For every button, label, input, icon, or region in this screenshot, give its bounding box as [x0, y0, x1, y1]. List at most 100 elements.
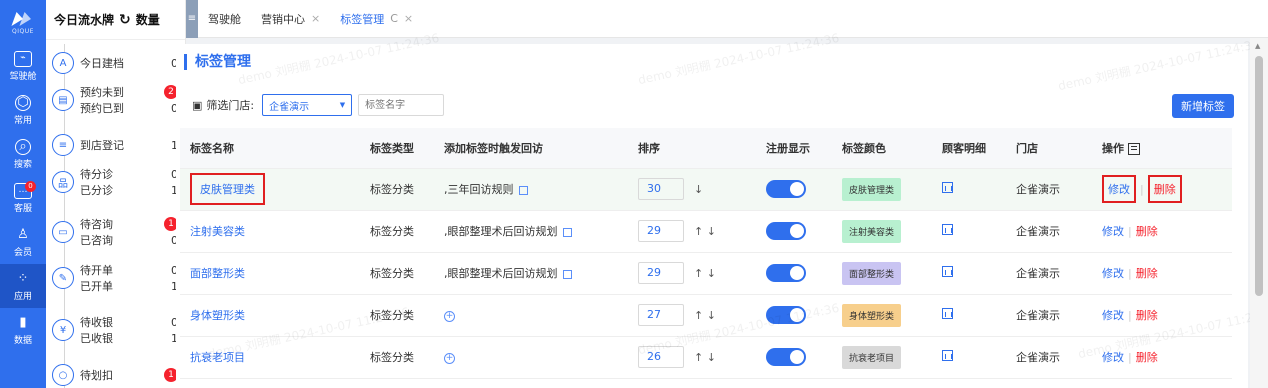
flow-row[interactable]: ≡ 到店登记 1 — [52, 134, 182, 156]
tag-name-link[interactable]: 面部整形类 — [190, 267, 245, 280]
shield-icon: ⬡ — [15, 94, 31, 111]
count-label[interactable]: 数量 — [136, 11, 160, 28]
flow-line[interactable]: 待咨询 1 — [80, 216, 182, 232]
store-name: 企雀演示 — [1016, 309, 1060, 322]
flow-line[interactable]: 待开单 0 — [80, 262, 182, 278]
customer-detail-icon[interactable] — [942, 350, 953, 361]
store-cell: 企雀演示 — [1006, 252, 1092, 295]
delete-button[interactable]: 删除 — [1136, 351, 1158, 364]
customer-detail-icon[interactable] — [942, 182, 953, 193]
edit-icon[interactable] — [518, 185, 528, 195]
nav-item-6[interactable]: ▮ 数据 — [0, 308, 46, 352]
filter-label: 筛选门店: — [206, 99, 255, 112]
flow-line[interactable]: 已分诊 1 — [80, 182, 182, 198]
tag-name-link[interactable]: 抗衰老项目 — [190, 351, 245, 364]
flow-line[interactable]: 待分诊 0 — [80, 166, 182, 182]
tab-1[interactable]: 营销中心 × — [251, 0, 330, 38]
tab-0[interactable]: 驾驶舱 — [198, 0, 251, 38]
register-display-toggle[interactable] — [766, 306, 806, 324]
flow-row[interactable]: 品待分诊 0 已分诊 1 — [52, 166, 182, 198]
flow-line[interactable]: 预约已到 0 — [80, 100, 182, 116]
refresh-icon[interactable]: C — [390, 12, 398, 25]
vertical-scrollbar[interactable]: ▲ — [1250, 38, 1268, 388]
edit-icon[interactable] — [562, 269, 572, 279]
sort-arrows-icon[interactable]: ↑ ↓ — [694, 309, 716, 322]
store-select[interactable]: 企雀演示 ▼ — [262, 94, 353, 116]
nav-item-3[interactable]: … 客服 0 — [0, 176, 46, 220]
flow-line[interactable]: 已收银 1 — [80, 330, 182, 346]
customer-detail-icon[interactable] — [942, 224, 953, 235]
edit-button[interactable]: 修改 — [1102, 267, 1124, 280]
register-display-toggle[interactable] — [766, 222, 806, 240]
edit-button[interactable]: 修改 — [1102, 175, 1136, 203]
nav-item-label: 数据 — [13, 335, 32, 346]
flow-row[interactable]: ○ 待划扣 1 — [52, 364, 182, 386]
flow-line[interactable]: 今日建档 0 — [80, 55, 182, 71]
flow-row[interactable]: A 今日建档 0 — [52, 52, 182, 74]
cashier-icon: ¥ — [52, 319, 74, 341]
tag-name-input[interactable] — [358, 94, 445, 116]
tag-type-cell: 标签分类 — [360, 294, 434, 337]
edit-button[interactable]: 修改 — [1102, 225, 1124, 238]
edit-button[interactable]: 修改 — [1102, 351, 1124, 364]
nav-item-label: 会员 — [13, 247, 32, 258]
sort-input[interactable]: 27 — [638, 304, 684, 326]
tab-2[interactable]: 标签管理 C × — [330, 0, 423, 38]
flow-line[interactable]: 预约未到 2 — [80, 84, 182, 100]
edit-icon[interactable] — [562, 227, 572, 237]
close-icon[interactable]: × — [311, 12, 320, 25]
sort-input[interactable]: 30 — [638, 178, 684, 200]
register-display-toggle[interactable] — [766, 180, 806, 198]
flow-row[interactable]: ▭ 待咨询 1 已咨询 0 — [52, 216, 182, 248]
sort-input[interactable]: 29 — [638, 262, 684, 284]
customer-detail-cell — [932, 168, 1006, 211]
flow-line[interactable]: 已开单 1 — [80, 278, 182, 294]
tag-name-link[interactable]: 注射美容类 — [190, 225, 245, 238]
add-circle-icon[interactable]: + — [444, 311, 455, 322]
close-icon[interactable]: × — [404, 12, 413, 25]
sort-arrows-icon[interactable]: ↑ ↓ — [694, 267, 716, 280]
nav-item-1[interactable]: ⬡ 常用 — [0, 88, 46, 132]
flow-row[interactable]: ▤ 预约未到 2 预约已到 0 — [52, 84, 182, 116]
flow-row-lines: 待咨询 1 已咨询 0 — [80, 216, 182, 248]
scroll-up-icon[interactable]: ▲ — [1255, 42, 1260, 50]
sort-arrows-icon[interactable]: ↑ ↓ — [694, 351, 716, 364]
sort-arrows-icon[interactable]: ↓ — [694, 183, 703, 196]
flow-line[interactable]: 已咨询 0 — [80, 232, 182, 248]
column-settings-icon[interactable] — [1128, 142, 1140, 155]
nav-item-4[interactable]: ♙ 会员 — [0, 220, 46, 264]
add-tag-button[interactable]: 新增标签 — [1172, 94, 1234, 118]
add-circle-icon[interactable]: + — [444, 353, 455, 364]
tag-name-link[interactable]: 身体塑形类 — [190, 309, 245, 322]
delete-button[interactable]: 删除 — [1136, 309, 1158, 322]
page-title: 标签管理 — [184, 54, 251, 70]
delete-button[interactable]: 删除 — [1147, 175, 1182, 203]
customer-detail-icon[interactable] — [942, 266, 953, 277]
flow-row[interactable]: ✎ 待开单 0 已开单 1 — [52, 262, 182, 294]
register-display-toggle[interactable] — [766, 348, 806, 366]
flow-line[interactable]: 待收银 0 — [80, 314, 182, 330]
sort-input[interactable]: 26 — [638, 346, 684, 368]
refresh-icon[interactable]: ↻ — [119, 12, 131, 28]
delete-button[interactable]: 删除 — [1136, 267, 1158, 280]
scrollbar-thumb[interactable] — [1255, 56, 1263, 296]
sort-arrows-icon[interactable]: ↑ ↓ — [694, 225, 716, 238]
flow-line[interactable]: 到店登记 1 — [80, 137, 182, 153]
store-name: 企雀演示 — [1016, 183, 1060, 196]
tag-type-cell: 标签分类 — [360, 336, 434, 379]
sort-input[interactable]: 29 — [638, 220, 684, 242]
flow-line[interactable]: 待划扣 1 — [80, 367, 182, 383]
flow-row[interactable]: ¥ 待收银 0 已收银 1 — [52, 314, 182, 346]
nav-item-2[interactable]: ⌕ 搜索 — [0, 132, 46, 176]
nav-item-0[interactable]: ⌁ 驾驶舱 — [0, 44, 46, 88]
actions-cell: 修改 | 删除 — [1092, 252, 1232, 295]
trigger-cell: ,眼部整理术后回访规划 — [434, 252, 628, 295]
tag-color-chip: 身体塑形类 — [842, 303, 902, 327]
edit-button[interactable]: 修改 — [1102, 309, 1124, 322]
tag-name-link[interactable]: 皮肤管理类 — [190, 173, 265, 205]
delete-button[interactable]: 删除 — [1136, 225, 1158, 238]
nav-item-5[interactable]: ⁘ 应用 — [0, 264, 46, 308]
customer-detail-icon[interactable] — [942, 308, 953, 319]
register-display-toggle[interactable] — [766, 264, 806, 282]
menu-toggle-icon[interactable]: ≡ — [186, 0, 198, 38]
